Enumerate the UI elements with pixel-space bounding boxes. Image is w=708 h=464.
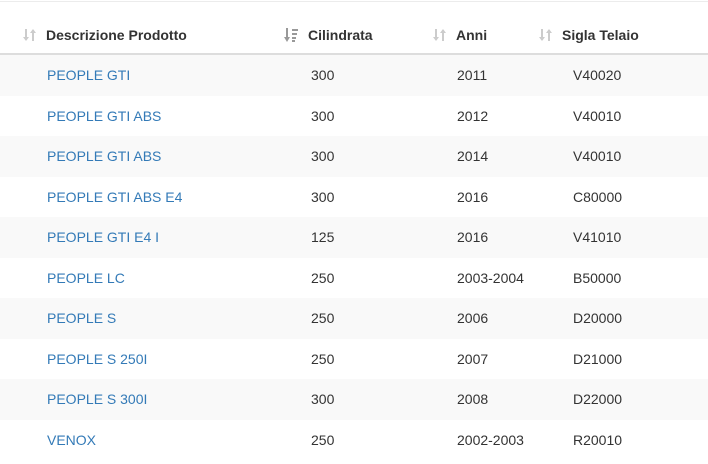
sort-both-icon[interactable] [20, 27, 42, 43]
cell-descrizione: PEOPLE GTI ABS [0, 136, 298, 177]
table-row: PEOPLE GTI E4 I 125 2016 V41010 [0, 217, 708, 258]
table-row: PEOPLE GTI ABS 300 2014 V40010 [0, 136, 708, 177]
table-row: PEOPLE S 300I 300 2008 D22000 [0, 379, 708, 420]
cell-anni: 2011 [446, 54, 560, 96]
table-body: PEOPLE GTI 300 2011 V40020 PEOPLE GTI AB… [0, 54, 708, 460]
cell-sigla-telaio: V40010 [560, 136, 708, 177]
cell-cilindrata: 300 [298, 379, 446, 420]
top-divider [0, 1, 708, 2]
product-link[interactable]: PEOPLE S 250I [47, 351, 147, 367]
cell-sigla-telaio: D21000 [560, 338, 708, 379]
cell-cilindrata: 125 [298, 217, 446, 258]
cell-cilindrata: 250 [298, 257, 446, 298]
cell-anni: 2014 [446, 136, 560, 177]
product-table-page: Descrizione Prodotto Cilindrata Anni Sig… [0, 0, 708, 464]
table-row: PEOPLE GTI ABS 300 2012 V40010 [0, 95, 708, 136]
cell-descrizione: PEOPLE GTI ABS E4 [0, 176, 298, 217]
cell-sigla-telaio: B50000 [560, 257, 708, 298]
cell-descrizione: PEOPLE S [0, 298, 298, 339]
table-header: Descrizione Prodotto Cilindrata Anni Sig… [0, 17, 708, 55]
cell-anni: 2008 [446, 379, 560, 420]
cell-descrizione: PEOPLE GTI E4 I [0, 217, 298, 258]
sort-amount-desc-icon[interactable] [282, 27, 304, 43]
column-header-sigla-telaio[interactable]: Sigla Telaio [539, 17, 708, 55]
cell-cilindrata: 300 [298, 136, 446, 177]
cell-sigla-telaio: V41010 [560, 217, 708, 258]
cell-sigla-telaio: V40010 [560, 95, 708, 136]
column-header-cilindrata[interactable]: Cilindrata [284, 17, 446, 55]
cell-anni: 2002-2003 [446, 419, 560, 460]
cell-anni: 2003-2004 [446, 257, 560, 298]
table-row: PEOPLE LC 250 2003-2004 B50000 [0, 257, 708, 298]
column-header-descrizione[interactable]: Descrizione Prodotto [0, 17, 298, 55]
cell-anni: 2007 [446, 338, 560, 379]
product-link[interactable]: PEOPLE GTI E4 I [47, 229, 159, 245]
cell-sigla-telaio: R20010 [560, 419, 708, 460]
cell-cilindrata: 250 [298, 419, 446, 460]
column-header-label: Anni [456, 27, 488, 43]
cell-sigla-telaio: D22000 [560, 379, 708, 420]
cell-anni: 2006 [446, 298, 560, 339]
product-link[interactable]: PEOPLE S 300I [47, 391, 147, 407]
table-row: VENOX 250 2002-2003 R20010 [0, 419, 708, 460]
cell-descrizione: PEOPLE LC [0, 257, 298, 298]
product-link[interactable]: PEOPLE GTI ABS [47, 108, 161, 124]
cell-cilindrata: 250 [298, 338, 446, 379]
products-table: Descrizione Prodotto Cilindrata Anni Sig… [0, 17, 708, 460]
cell-cilindrata: 300 [298, 54, 446, 96]
cell-descrizione: PEOPLE S 250I [0, 338, 298, 379]
cell-sigla-telaio: D20000 [560, 298, 708, 339]
cell-anni: 2016 [446, 217, 560, 258]
table-row: PEOPLE S 250 2006 D20000 [0, 298, 708, 339]
cell-descrizione: PEOPLE GTI ABS [0, 95, 298, 136]
header-row: Descrizione Prodotto Cilindrata Anni Sig… [0, 17, 708, 55]
column-header-label: Cilindrata [308, 27, 373, 43]
cell-descrizione: VENOX [0, 419, 298, 460]
sort-both-icon[interactable] [430, 27, 452, 43]
cell-descrizione: PEOPLE S 300I [0, 379, 298, 420]
product-link[interactable]: PEOPLE LC [47, 270, 125, 286]
product-link[interactable]: PEOPLE GTI ABS [47, 148, 161, 164]
cell-cilindrata: 300 [298, 176, 446, 217]
sort-both-icon[interactable] [536, 27, 558, 43]
cell-cilindrata: 300 [298, 95, 446, 136]
column-header-label: Descrizione Prodotto [46, 27, 187, 43]
table-row: PEOPLE GTI ABS E4 300 2016 C80000 [0, 176, 708, 217]
cell-sigla-telaio: V40020 [560, 54, 708, 96]
column-header-label: Sigla Telaio [562, 27, 639, 43]
cell-cilindrata: 250 [298, 298, 446, 339]
product-link[interactable]: PEOPLE GTI [47, 67, 130, 83]
table-row: PEOPLE GTI 300 2011 V40020 [0, 54, 708, 96]
cell-sigla-telaio: C80000 [560, 176, 708, 217]
cell-anni: 2012 [446, 95, 560, 136]
product-link[interactable]: PEOPLE S [47, 310, 116, 326]
cell-descrizione: PEOPLE GTI [0, 54, 298, 96]
table-row: PEOPLE S 250I 250 2007 D21000 [0, 338, 708, 379]
product-link[interactable]: PEOPLE GTI ABS E4 [47, 189, 182, 205]
cell-anni: 2016 [446, 176, 560, 217]
product-link[interactable]: VENOX [47, 432, 96, 448]
